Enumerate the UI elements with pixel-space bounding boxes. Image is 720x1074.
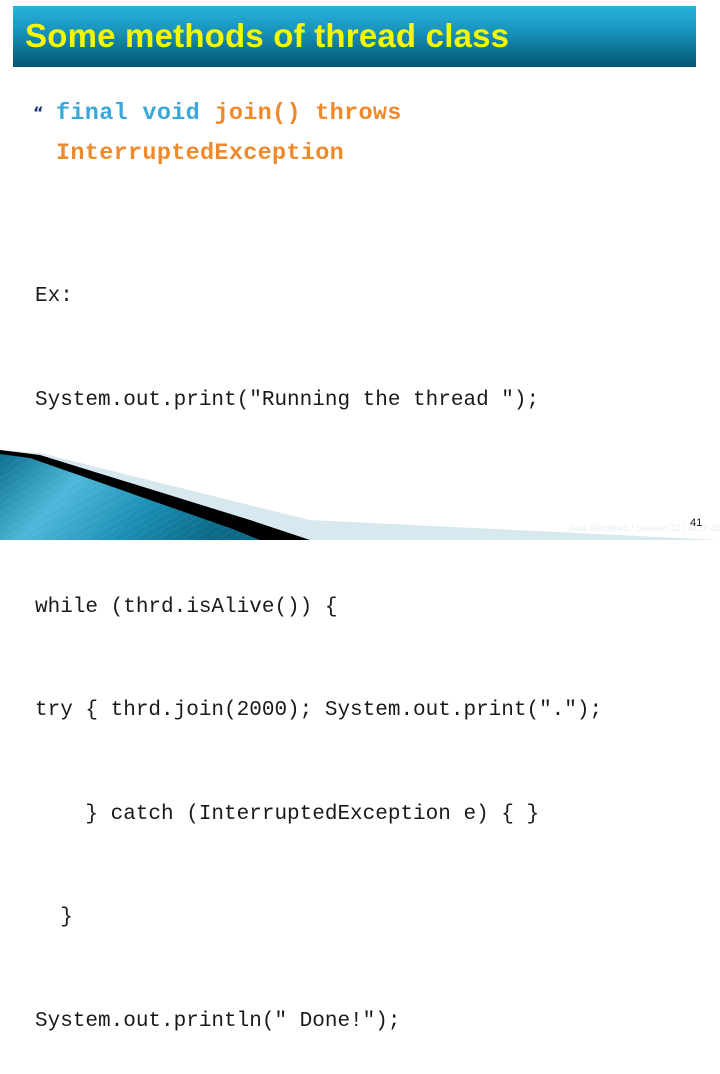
code-line: } — [35, 906, 73, 929]
keyword-final: final — [56, 100, 129, 127]
code-line: Ex: — [35, 285, 73, 308]
code-line: while (thrd.isAlive()) { — [35, 595, 338, 619]
slide-title-bar: Some methods of thread class — [13, 6, 696, 67]
slide-title: Some methods of thread class — [25, 17, 510, 54]
keyword-void: void — [142, 100, 201, 127]
exception-name: InterruptedException — [56, 140, 345, 167]
code-line: System.out.println(" Done!"); — [35, 1009, 401, 1033]
code-example: Ex: System.out.print("Running the thread… — [35, 211, 602, 1074]
method-signature-line-1: final void join() throws — [56, 100, 402, 127]
page-number: 41 — [690, 517, 703, 529]
code-line: try { thrd.join(2000); System.out.print(… — [35, 699, 603, 722]
code-line: } catch (InterruptedException e) { } — [35, 802, 540, 826]
method-name: join() — [214, 100, 301, 127]
code-line: System.out.print("Running the thread "); — [35, 388, 540, 412]
quote-bullet-icon: “ — [33, 103, 44, 122]
keyword-throws: throws — [315, 100, 402, 127]
method-signature-line-2: InterruptedException — [56, 140, 344, 167]
